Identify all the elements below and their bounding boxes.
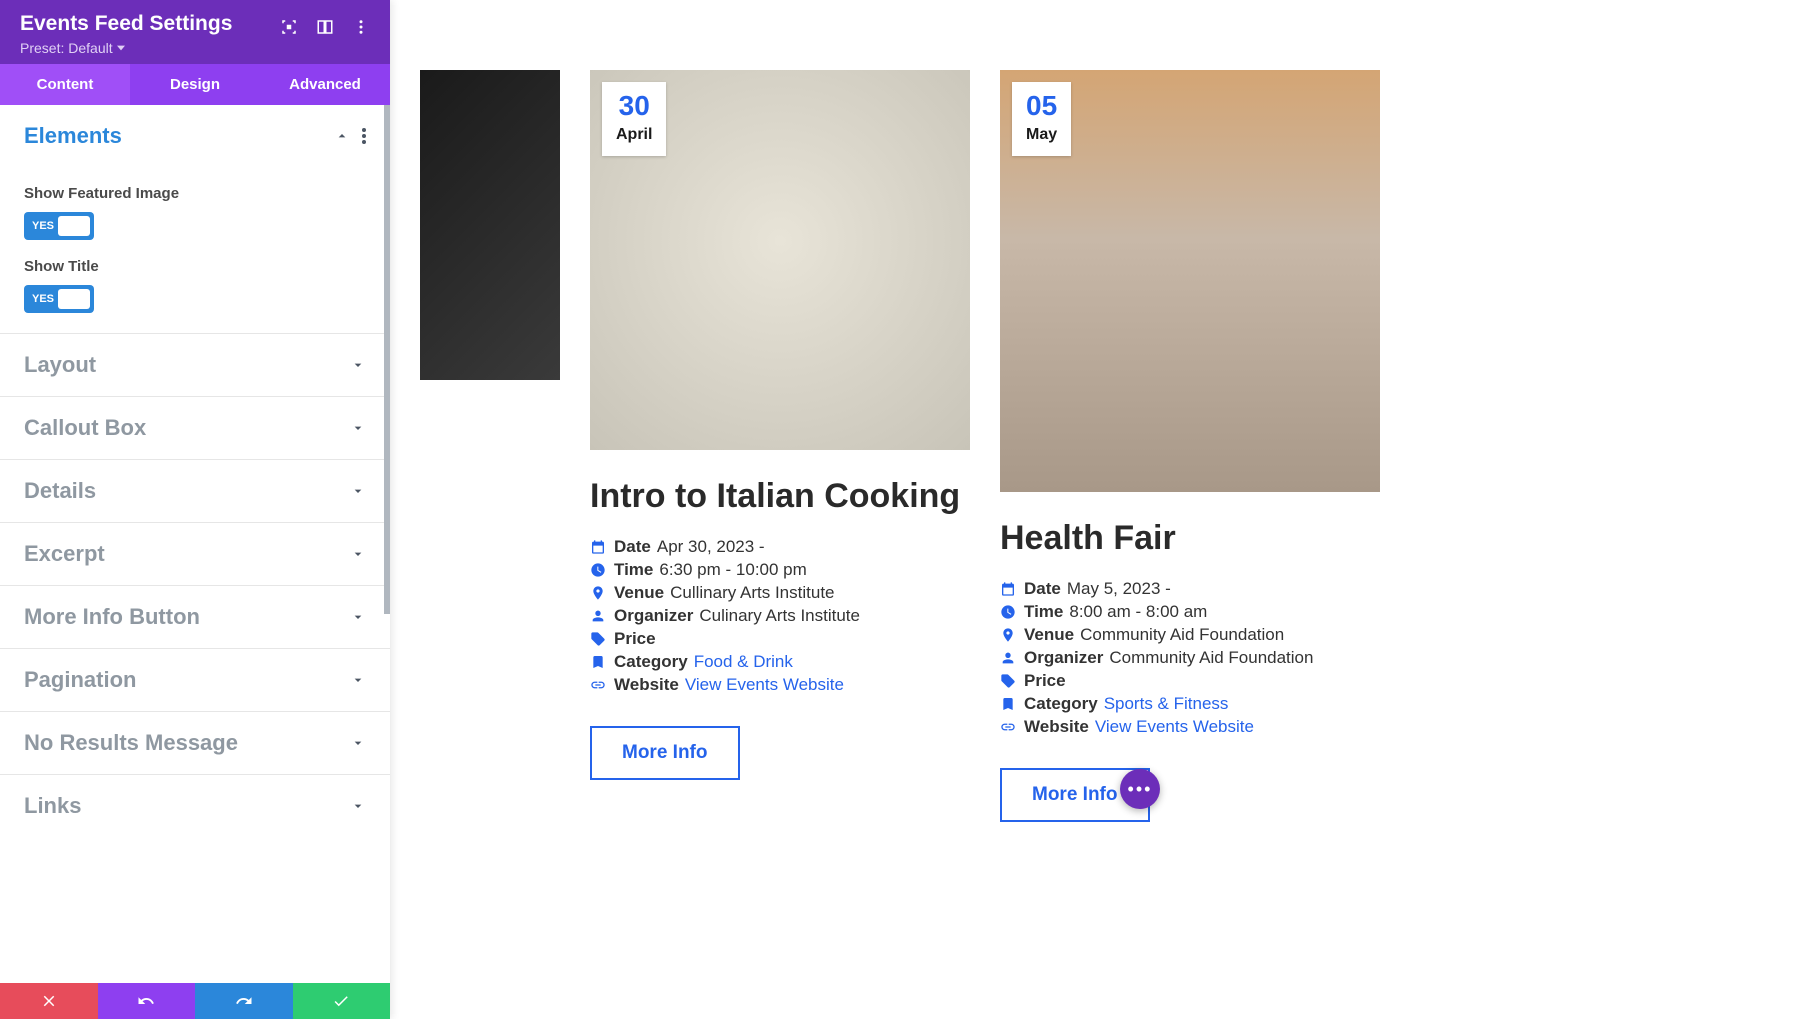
person-icon — [590, 608, 606, 624]
event-image — [420, 70, 560, 380]
tab-design[interactable]: Design — [130, 64, 260, 105]
event-time: Time6:30 pm - 10:00 pm — [590, 560, 970, 580]
calendar-icon — [590, 539, 606, 555]
chevron-down-icon — [350, 483, 366, 499]
chevron-down-icon — [350, 420, 366, 436]
clock-icon — [590, 562, 606, 578]
event-card: 30 April Intro to Italian Cooking DateAp… — [590, 70, 970, 1019]
undo-button[interactable] — [98, 983, 196, 1019]
columns-icon[interactable] — [316, 18, 334, 36]
scrollbar[interactable] — [384, 105, 390, 614]
show-featured-image-label: Show Featured Image — [24, 185, 366, 202]
section-callout-box[interactable]: Callout Box — [0, 397, 390, 459]
event-website: WebsiteView Events Website — [590, 675, 970, 695]
panel-tabs: Content Design Advanced — [0, 64, 390, 105]
event-category: CategorySports & Fitness — [1000, 694, 1380, 714]
date-badge: 30 April — [602, 82, 666, 156]
chevron-down-icon — [350, 609, 366, 625]
category-link[interactable]: Sports & Fitness — [1104, 694, 1229, 714]
chevron-down-icon — [350, 672, 366, 688]
event-venue: VenueCommunity Aid Foundation — [1000, 625, 1380, 645]
section-pagination[interactable]: Pagination — [0, 649, 390, 711]
website-link[interactable]: View Events Website — [685, 675, 844, 695]
panel-header: Events Feed Settings Preset: Default — [0, 0, 390, 64]
section-no-results-message[interactable]: No Results Message — [0, 712, 390, 774]
bookmark-icon — [1000, 696, 1016, 712]
chevron-up-icon — [334, 128, 350, 144]
event-card: 05 May Health Fair DateMay 5, 2023 - Tim… — [1000, 70, 1380, 1019]
more-icon[interactable] — [352, 18, 370, 36]
section-more-info-button[interactable]: More Info Button — [0, 586, 390, 648]
preview-area: 30 April Intro to Italian Cooking DateAp… — [390, 0, 1800, 1019]
chevron-down-icon — [350, 735, 366, 751]
expand-icon[interactable] — [280, 18, 298, 36]
show-featured-image-toggle[interactable]: YES — [24, 212, 94, 240]
section-layout[interactable]: Layout — [0, 334, 390, 396]
event-date: DateMay 5, 2023 - — [1000, 579, 1380, 599]
tab-content[interactable]: Content — [0, 64, 130, 105]
event-venue: VenueCullinary Arts Institute — [590, 583, 970, 603]
event-card-stub — [420, 70, 560, 1019]
map-pin-icon — [1000, 627, 1016, 643]
event-time: Time8:00 am - 8:00 am — [1000, 602, 1380, 622]
panel-title: Events Feed Settings — [20, 12, 232, 36]
event-organizer: OrganizerCommunity Aid Foundation — [1000, 648, 1380, 668]
event-date: DateApr 30, 2023 - — [590, 537, 970, 557]
link-icon — [590, 677, 606, 693]
settings-panel: Events Feed Settings Preset: Default Con… — [0, 0, 390, 1019]
map-pin-icon — [590, 585, 606, 601]
section-details[interactable]: Details — [0, 460, 390, 522]
section-links[interactable]: Links — [0, 775, 390, 827]
section-menu-icon[interactable] — [362, 128, 366, 144]
tag-icon — [590, 631, 606, 647]
section-excerpt[interactable]: Excerpt — [0, 523, 390, 585]
section-elements-header[interactable]: Elements — [0, 105, 390, 167]
event-organizer: OrganizerCulinary Arts Institute — [590, 606, 970, 626]
event-image: 05 May — [1000, 70, 1380, 492]
bookmark-icon — [590, 654, 606, 670]
show-title-label: Show Title — [24, 258, 366, 275]
redo-button[interactable] — [195, 983, 293, 1019]
panel-footer — [0, 983, 390, 1019]
tag-icon — [1000, 673, 1016, 689]
floating-action-button[interactable]: ••• — [1120, 769, 1160, 809]
tab-advanced[interactable]: Advanced — [260, 64, 390, 105]
preset-dropdown[interactable]: Preset: Default — [20, 40, 232, 56]
category-link[interactable]: Food & Drink — [694, 652, 793, 672]
show-title-toggle[interactable]: YES — [24, 285, 94, 313]
save-button[interactable] — [293, 983, 391, 1019]
more-info-button[interactable]: More Info — [590, 726, 740, 780]
chevron-down-icon — [350, 798, 366, 814]
event-category: CategoryFood & Drink — [590, 652, 970, 672]
clock-icon — [1000, 604, 1016, 620]
cancel-button[interactable] — [0, 983, 98, 1019]
event-price: Price — [1000, 671, 1380, 691]
event-price: Price — [590, 629, 970, 649]
event-title[interactable]: Intro to Italian Cooking — [590, 478, 970, 515]
link-icon — [1000, 719, 1016, 735]
calendar-icon — [1000, 581, 1016, 597]
event-title[interactable]: Health Fair — [1000, 520, 1380, 557]
event-website: WebsiteView Events Website — [1000, 717, 1380, 737]
chevron-down-icon — [350, 546, 366, 562]
person-icon — [1000, 650, 1016, 666]
ellipsis-icon: ••• — [1128, 780, 1153, 798]
date-badge: 05 May — [1012, 82, 1071, 156]
chevron-down-icon — [350, 357, 366, 373]
event-image: 30 April — [590, 70, 970, 450]
website-link[interactable]: View Events Website — [1095, 717, 1254, 737]
